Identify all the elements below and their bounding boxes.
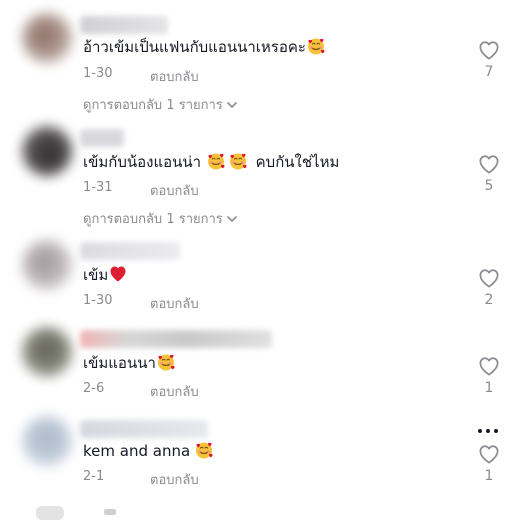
comment-text-content: เข้มแอนนา [83, 354, 156, 372]
reply-button[interactable]: ตอบกลับ [150, 469, 199, 490]
avatar[interactable] [22, 416, 72, 466]
like-count: 2 [484, 292, 494, 308]
username[interactable] [80, 420, 208, 438]
reply-button[interactable]: ตอบกลับ [150, 180, 199, 201]
reply-button[interactable]: ตอบกลับ [150, 381, 199, 402]
next-username-partial [104, 509, 116, 515]
avatar[interactable] [22, 240, 72, 290]
red-heart-icon [109, 265, 127, 283]
comment-text-content: เข้มกับน้องแอนน่า [83, 153, 202, 171]
smiling-face-with-hearts-icon [157, 353, 175, 371]
heart-icon[interactable] [478, 356, 500, 376]
comment-text-content: เข้ม [83, 266, 109, 284]
heart-icon[interactable] [478, 268, 500, 288]
avatar[interactable] [22, 327, 72, 377]
heart-icon[interactable] [478, 40, 500, 60]
next-avatar-partial [36, 506, 64, 520]
chevron-down-icon [226, 102, 237, 109]
comment-text: เข้มกับน้องแอนน่า คบกันใช่ไหม [83, 152, 339, 172]
comment-text-content-after: คบกันใช่ไหม [255, 153, 340, 171]
view-replies-label: ดูการตอบกลับ 1 รายการ [83, 98, 223, 113]
comment-text: เข้ม [83, 265, 127, 285]
comment-text: อ้าวเข้มเป็นแฟนกับแอนนาเหรอคะ [83, 37, 325, 57]
heart-icon[interactable] [478, 154, 500, 174]
comment-date: 1-30 [83, 293, 113, 308]
chevron-down-icon [226, 216, 237, 223]
reply-button[interactable]: ตอบกลับ [150, 293, 199, 314]
smiling-face-with-hearts-icon [307, 37, 325, 55]
username[interactable] [80, 129, 124, 147]
username[interactable] [80, 330, 272, 348]
username[interactable] [80, 16, 168, 34]
username[interactable] [80, 242, 180, 260]
like-count: 7 [484, 64, 494, 80]
smiling-face-with-hearts-icon [229, 152, 247, 170]
avatar[interactable] [22, 126, 72, 176]
heart-icon[interactable] [478, 444, 500, 464]
like-count: 1 [484, 380, 494, 396]
comment-date: 2-6 [83, 381, 105, 396]
comment-text: เข้มแอนนา [83, 353, 175, 373]
comment-date: 1-30 [83, 66, 113, 81]
comment-text-content: อ้าวเข้มเป็นแฟนกับแอนนาเหรอคะ [83, 38, 306, 56]
comment-date: 1-31 [83, 180, 113, 195]
avatar[interactable] [22, 13, 72, 63]
view-replies-button[interactable]: ดูการตอบกลับ 1 รายการ [83, 208, 237, 229]
comment-text-content: kem and anna [83, 442, 191, 460]
comment-date: 2-1 [83, 469, 105, 484]
view-replies-label: ดูการตอบกลับ 1 รายการ [83, 212, 223, 227]
more-options-icon[interactable] [476, 425, 500, 437]
smiling-face-with-hearts-icon [195, 441, 213, 459]
smiling-face-with-hearts-icon [207, 152, 225, 170]
reply-button[interactable]: ตอบกลับ [150, 66, 199, 87]
comment-text: kem and anna [83, 441, 213, 461]
view-replies-button[interactable]: ดูการตอบกลับ 1 รายการ [83, 94, 237, 115]
like-count: 1 [484, 468, 494, 484]
like-count: 5 [484, 178, 494, 194]
